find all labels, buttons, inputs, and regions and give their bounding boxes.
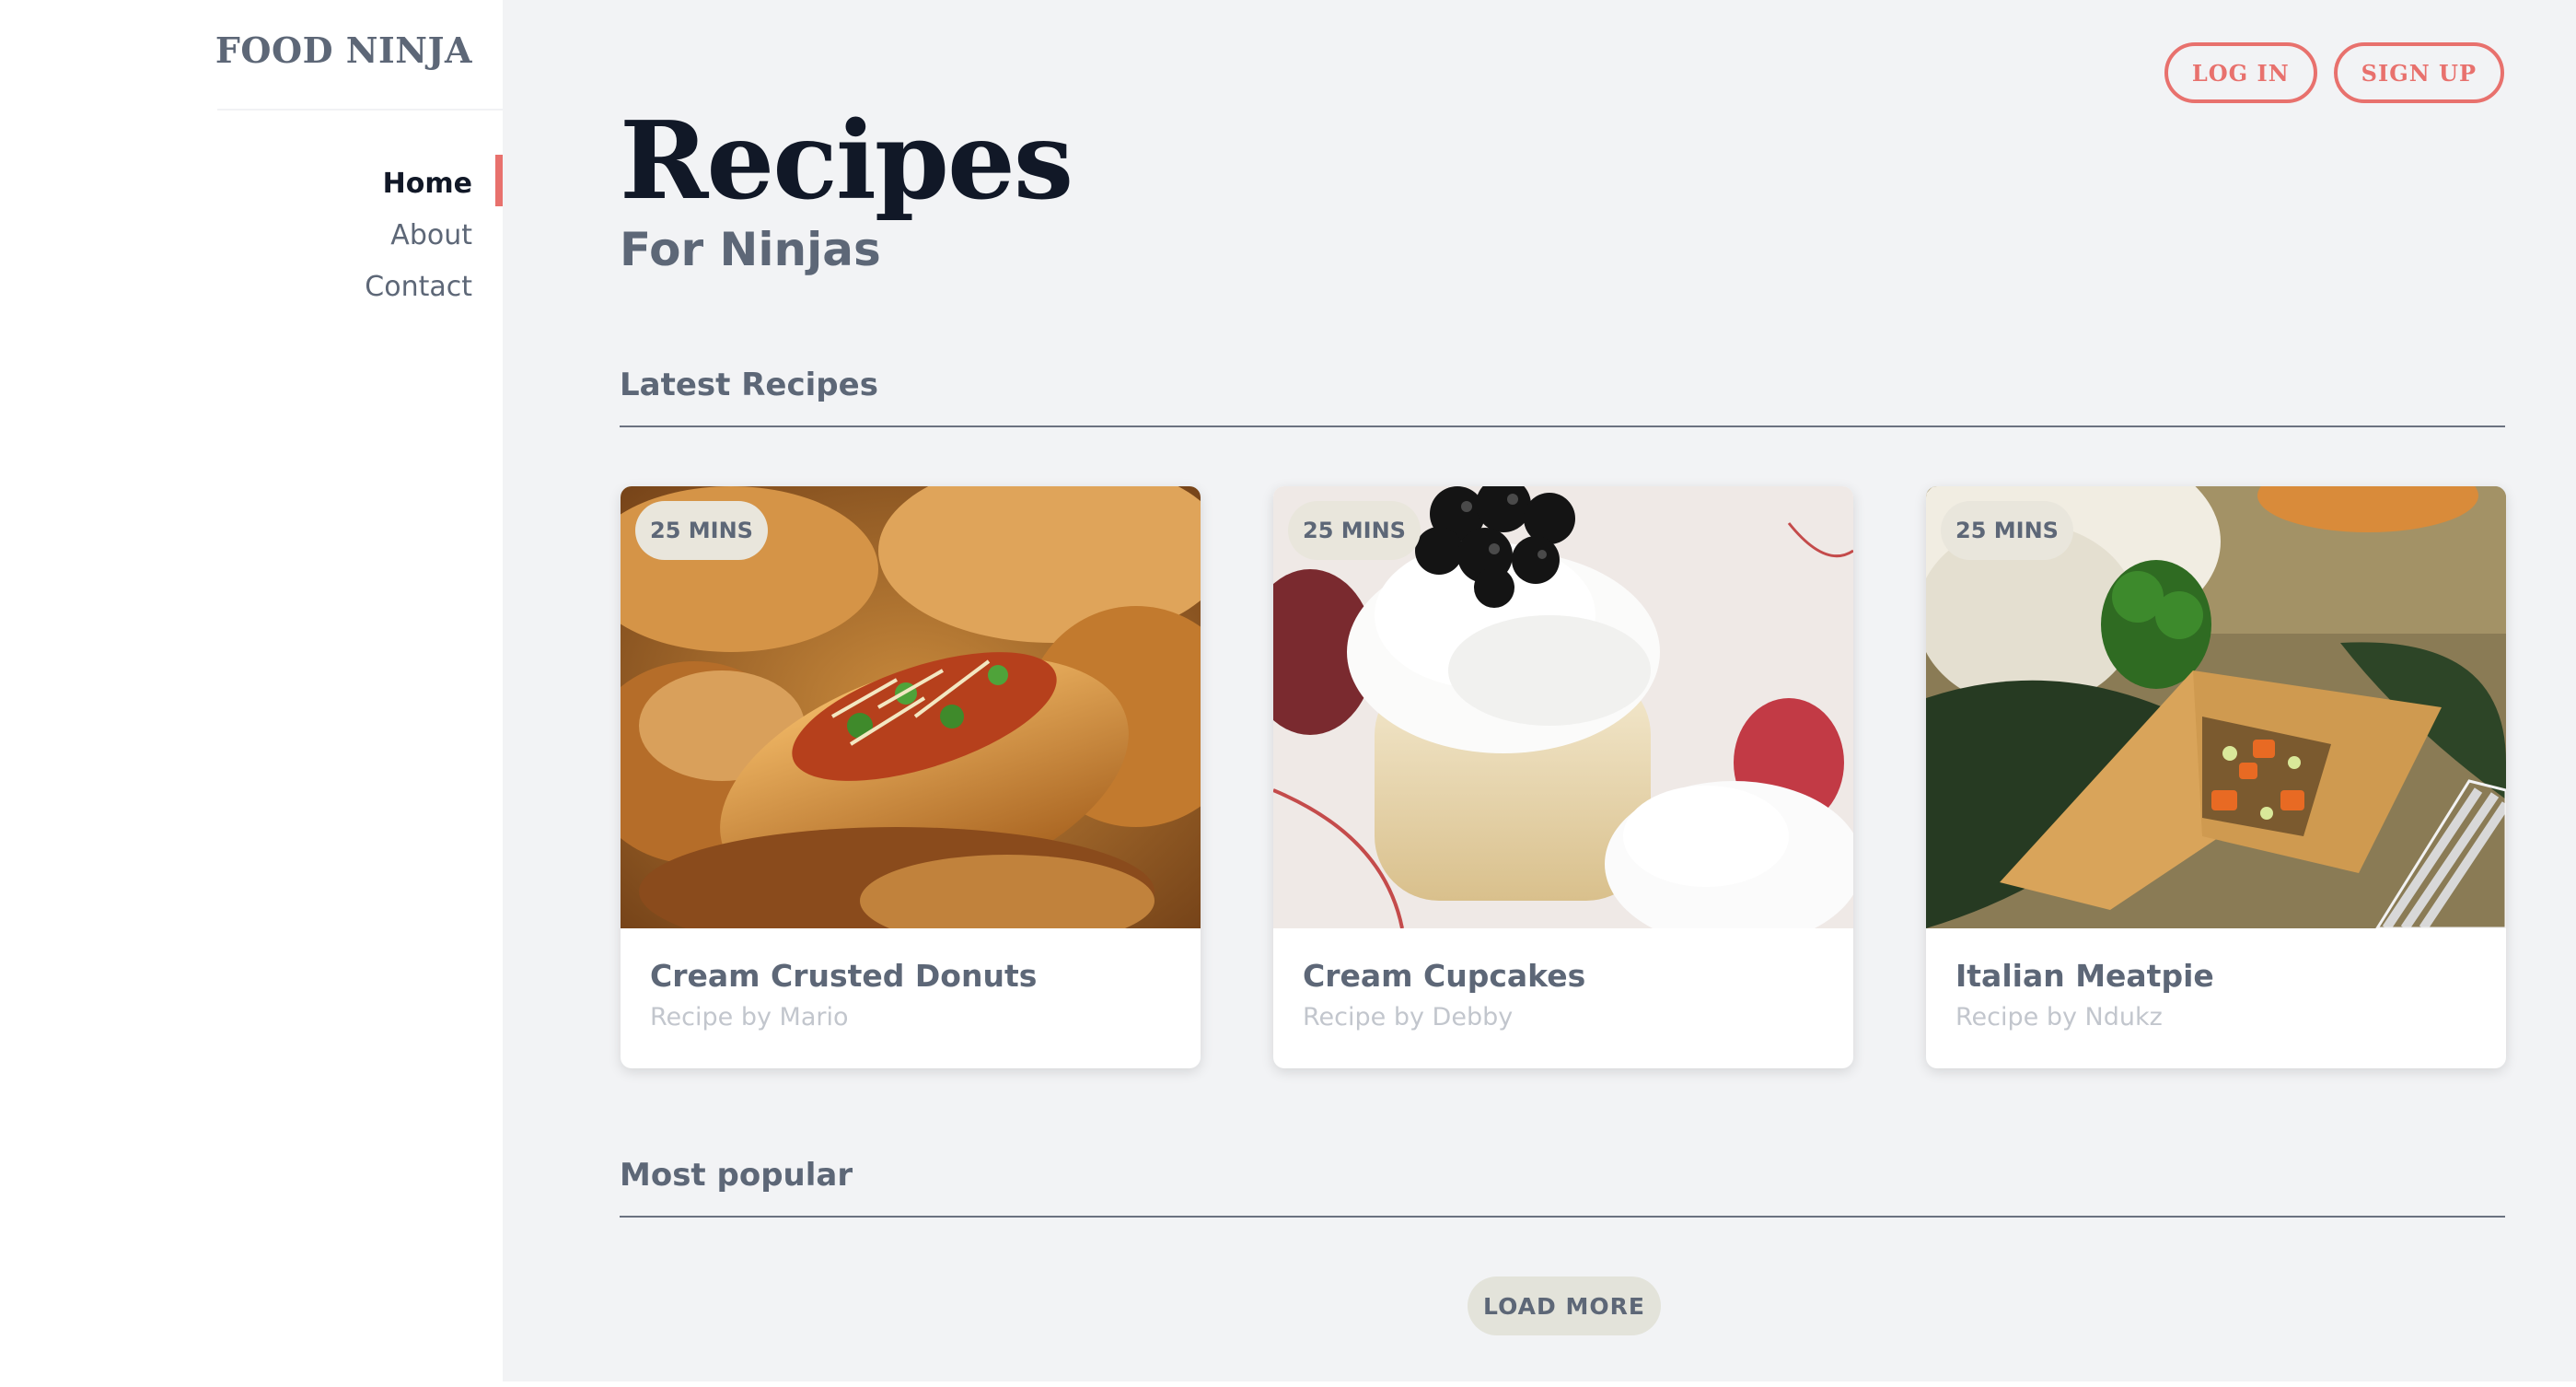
cook-time-badge: 25 MINS — [1288, 501, 1421, 560]
load-more-button[interactable]: LOAD MORE — [1468, 1276, 1661, 1335]
nav-item-home[interactable]: Home — [365, 158, 472, 210]
sidebar: FOOD NINJA Home About Contact — [0, 0, 503, 1381]
recipe-card-body: Italian Meatpie Recipe by Ndukz — [1955, 958, 2214, 1032]
recipe-card-list: 25 MINS Cream Crusted Donuts Recipe by M… — [621, 486, 2506, 1068]
main-content: LOG IN SIGN UP Recipes For Ninjas Latest… — [503, 0, 2576, 1381]
recipe-author: Recipe by Debby — [1303, 1003, 1514, 1032]
page-subtitle: For Ninjas — [620, 223, 881, 276]
recipe-author: Recipe by Mario — [650, 1003, 849, 1032]
recipe-title[interactable]: Italian Meatpie — [1955, 958, 2214, 994]
recipe-title[interactable]: Cream Crusted Donuts — [650, 958, 1037, 994]
latest-recipes-heading: Latest Recipes — [620, 367, 2505, 427]
nav-item-contact[interactable]: Contact — [365, 262, 472, 313]
nav-item-about[interactable]: About — [365, 210, 472, 262]
cook-time-badge: 25 MINS — [1941, 501, 2073, 560]
recipe-card-body: Cream Crusted Donuts Recipe by Mario — [650, 958, 1037, 1032]
login-button[interactable]: LOG IN — [2164, 42, 2317, 103]
recipe-title[interactable]: Cream Cupcakes — [1303, 958, 1585, 994]
recipe-image-bread-rolls[interactable]: 25 MINS — [621, 486, 1201, 928]
recipe-image-cheesecake[interactable]: 25 MINS — [1273, 486, 1853, 928]
recipe-image-meatpie[interactable]: 25 MINS — [1926, 486, 2506, 928]
signup-button[interactable]: SIGN UP — [2333, 42, 2504, 103]
active-nav-indicator — [495, 155, 503, 206]
cook-time-badge: 25 MINS — [635, 501, 768, 560]
most-popular-heading: Most popular — [620, 1157, 2505, 1218]
auth-buttons: LOG IN SIGN UP — [2164, 42, 2504, 103]
recipe-author: Recipe by Ndukz — [1955, 1003, 2163, 1032]
recipe-card-body: Cream Cupcakes Recipe by Debby — [1303, 958, 1585, 1032]
recipe-card[interactable]: 25 MINS Cream Cupcakes Recipe by Debby — [1273, 486, 1853, 1068]
sidebar-nav: Home About Contact — [365, 158, 472, 313]
brand-logo[interactable]: FOOD NINJA — [215, 29, 472, 71]
brand-container: FOOD NINJA — [215, 0, 503, 111]
page-title: Recipes — [620, 99, 1073, 224]
recipe-card[interactable]: 25 MINS Cream Crusted Donuts Recipe by M… — [621, 486, 1201, 1068]
recipe-card[interactable]: 25 MINS Italian Meatpie Recipe by Ndukz — [1926, 486, 2506, 1068]
